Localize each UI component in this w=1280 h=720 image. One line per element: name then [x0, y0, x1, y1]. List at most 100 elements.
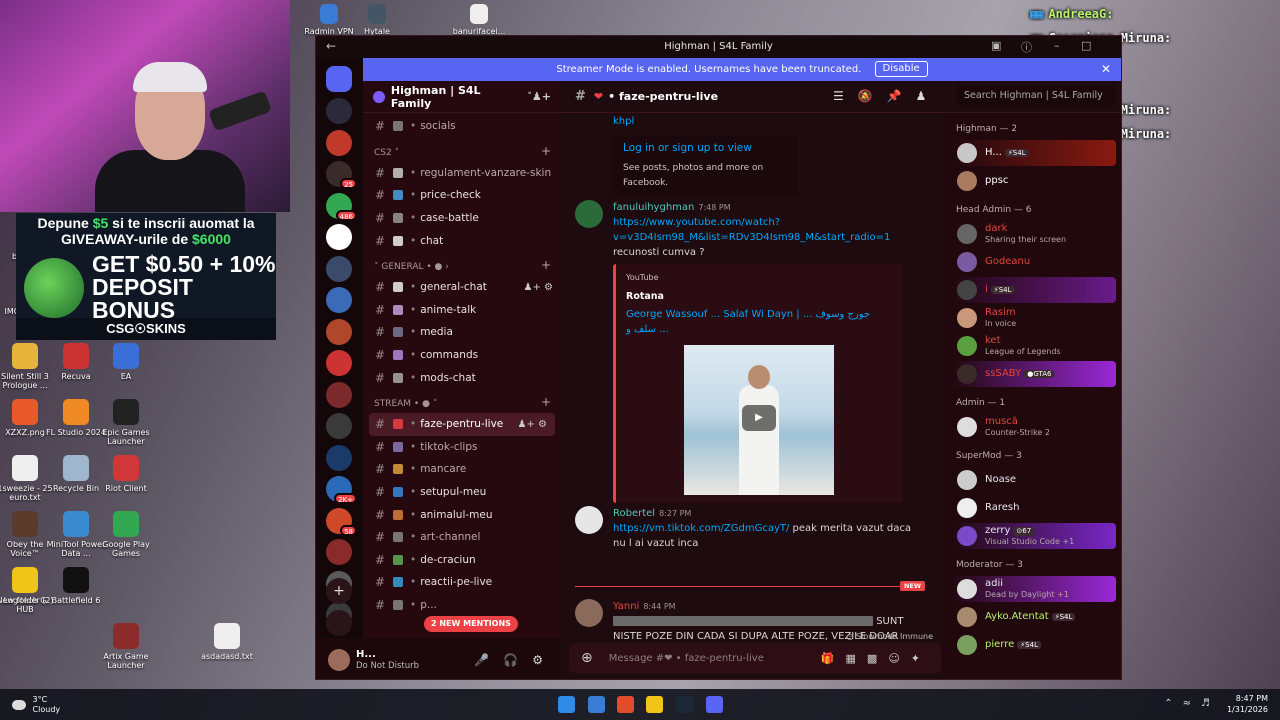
- message-link[interactable]: https://vm.tiktok.com/ZGdmGcayT/: [613, 523, 789, 534]
- channel-category[interactable]: ˃ GENERAL • ● › +: [363, 252, 561, 276]
- member-item[interactable]: Rasim In voice: [941, 304, 1121, 332]
- message-input[interactable]: Message #❤ • faze-pentru-live: [609, 653, 764, 664]
- add-attachment-icon[interactable]: ⊕: [581, 650, 593, 666]
- video-thumbnail[interactable]: ▶: [684, 345, 834, 495]
- embed-login-link[interactable]: Log in or sign up to view: [623, 141, 788, 156]
- new-mentions-pill[interactable]: 2 NEW MENTIONS: [424, 616, 518, 632]
- member-item[interactable]: H... ⚡S4L: [941, 139, 1121, 167]
- embed-author[interactable]: Rotana: [626, 289, 893, 304]
- add-channel-icon[interactable]: +: [541, 144, 551, 158]
- discord-home-icon[interactable]: [326, 66, 352, 92]
- member-item[interactable]: ssSABY ●GTA6: [941, 360, 1121, 388]
- channel-case-battle[interactable]: # • case-battle: [363, 207, 561, 230]
- message-author[interactable]: Robertel: [613, 508, 655, 519]
- desktop-icon[interactable]: Google Play Games: [95, 511, 157, 558]
- member-item[interactable]: Ayko.Atentat ⚡S4L: [941, 603, 1121, 631]
- member-item[interactable]: muscă Counter-Strike 2: [941, 413, 1121, 441]
- server-icon[interactable]: 2K+: [326, 476, 357, 504]
- desktop-icon[interactable]: banurifacei...: [448, 4, 510, 36]
- channel-chat[interactable]: # • chat: [363, 229, 561, 252]
- server-icon[interactable]: [326, 539, 352, 565]
- member-item[interactable]: zerry ⊙67 Visual Studio Code +1: [941, 522, 1121, 550]
- guild-header[interactable]: Highman | S4L Family ˅ ♟+: [363, 81, 561, 113]
- gift-icon[interactable]: 🎁: [821, 652, 846, 665]
- disable-streamer-mode-button[interactable]: Disable: [874, 61, 928, 77]
- server-icon[interactable]: [326, 224, 352, 250]
- search-input[interactable]: Search Highman | S4L Family: [956, 86, 1116, 106]
- desktop-icon[interactable]: Hytale: [346, 4, 408, 36]
- members-icon[interactable]: ♟: [916, 89, 941, 103]
- server-icon[interactable]: [326, 129, 352, 156]
- gif-icon[interactable]: ▦: [846, 652, 867, 665]
- discover-icon[interactable]: [326, 610, 352, 636]
- add-channel-icon[interactable]: +: [541, 258, 551, 272]
- server-icon[interactable]: [326, 318, 352, 345]
- taskbar-app-icon[interactable]: [588, 696, 605, 713]
- maximize-icon[interactable]: □: [1081, 39, 1091, 52]
- server-icon[interactable]: 25: [326, 161, 357, 189]
- sticker-icon[interactable]: ▩: [867, 652, 888, 665]
- member-item[interactable]: Noase: [941, 466, 1121, 494]
- message-author[interactable]: fanuluihyghman: [613, 202, 694, 213]
- channel-mancare[interactable]: # • mancare: [363, 458, 561, 481]
- channel-settings-icon[interactable]: ♟+ ⚙: [518, 419, 548, 430]
- chevron-up-icon[interactable]: ⌃: [1164, 698, 1182, 709]
- member-item[interactable]: i ⚡S4L: [941, 276, 1121, 304]
- message-link[interactable]: khpl: [613, 114, 915, 129]
- channel-mods-chat[interactable]: # • mods-chat: [363, 366, 561, 389]
- channel-art-channel[interactable]: # • art-channel: [363, 526, 561, 549]
- speaker-icon[interactable]: ♬: [1201, 698, 1220, 709]
- channel-p-[interactable]: # • p...: [363, 594, 561, 617]
- gear-icon[interactable]: ⚙: [532, 653, 557, 667]
- add-channel-icon[interactable]: +: [541, 395, 551, 409]
- server-icon[interactable]: [326, 98, 352, 124]
- channel-reactii-pe-live[interactable]: # • reactii-pe-live: [363, 571, 561, 594]
- channel-animalul-meu[interactable]: # • animalul-meu: [363, 503, 561, 526]
- microphone-icon[interactable]: 🎤: [474, 653, 503, 667]
- member-item[interactable]: Raresh: [941, 494, 1121, 522]
- channel-faze-pentru-live[interactable]: # • faze-pentru-live ♟+ ⚙: [369, 412, 555, 436]
- server-icon[interactable]: [326, 381, 352, 408]
- channel-socials[interactable]: # • socials: [363, 115, 561, 138]
- member-item[interactable]: dark Sharing their screen: [941, 220, 1121, 248]
- play-icon[interactable]: ▶: [742, 405, 776, 431]
- spoiler-blur[interactable]: [613, 616, 873, 626]
- message-composer[interactable]: ⊕ Message #❤ • faze-pentru-live 🎁▦▩☺✦: [569, 643, 941, 673]
- embed-title[interactable]: George Wassouf ... Salaf Wi Dayn | جورج …: [626, 307, 893, 337]
- server-icon[interactable]: [326, 350, 352, 376]
- desktop-icon[interactable]: EA: [95, 343, 157, 381]
- channel-anime-talk[interactable]: # • anime-talk: [363, 299, 561, 322]
- taskbar-app-icon[interactable]: [676, 696, 693, 713]
- help-icon[interactable]: ⓘ: [1021, 39, 1032, 55]
- taskbar-app-icon[interactable]: [706, 696, 723, 713]
- desktop-icon[interactable]: Epic Games Launcher: [95, 399, 157, 446]
- channel-regulament-vanzare-skin[interactable]: # • regulament-vanzare-skin: [363, 162, 561, 185]
- clock[interactable]: 8:47 PM 1/31/2026: [1227, 694, 1268, 716]
- member-item[interactable]: ppsc: [941, 167, 1121, 195]
- mute-icon[interactable]: 🔕: [858, 89, 887, 103]
- voice-controls[interactable]: 🎤🎧⚙: [474, 653, 561, 667]
- desktop-icon[interactable]: New folder (2): [0, 567, 56, 605]
- channel-de-craciun[interactable]: # • de-craciun: [363, 549, 561, 572]
- desktop-icon[interactable]: Riot Client: [95, 455, 157, 493]
- message-link[interactable]: https://www.youtube.com/watch?v=v3D4Ism9…: [613, 217, 890, 243]
- message-author[interactable]: Yanni: [613, 601, 639, 612]
- server-icon[interactable]: [326, 287, 352, 313]
- system-tray[interactable]: ⌃≈♬: [1164, 698, 1220, 709]
- start-icon[interactable]: [558, 696, 575, 713]
- threads-icon[interactable]: ☰: [833, 89, 858, 103]
- add-member-icon[interactable]: ♟+: [532, 90, 551, 103]
- channel-settings-icon[interactable]: ♟+ ⚙: [524, 282, 554, 293]
- emoji-icon[interactable]: ☺: [888, 652, 910, 665]
- server-icon[interactable]: [326, 413, 352, 439]
- member-item[interactable]: adii Dead by Daylight +1: [941, 575, 1121, 603]
- inbox-icon[interactable]: ▣: [991, 39, 1001, 52]
- server-icon[interactable]: 486: [326, 192, 357, 221]
- member-item[interactable]: ket League of Legends: [941, 332, 1121, 360]
- member-item[interactable]: Godeanu: [941, 248, 1121, 276]
- desktop-icon[interactable]: Artix Game Launcher: [95, 623, 157, 670]
- channel-commands[interactable]: # • commands: [363, 344, 561, 367]
- channel-general-chat[interactable]: # • general-chat ♟+ ⚙: [363, 276, 561, 299]
- wifi-icon[interactable]: ≈: [1183, 698, 1201, 709]
- taskbar-app-icon[interactable]: [646, 696, 663, 713]
